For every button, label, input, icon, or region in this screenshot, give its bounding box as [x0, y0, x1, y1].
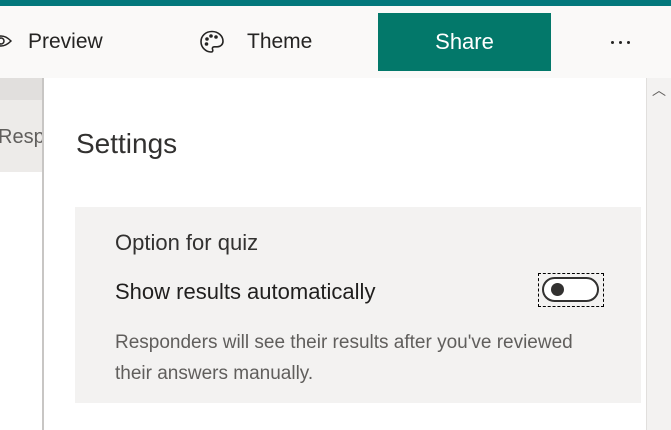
- dot: [610, 40, 614, 44]
- toggle-thumb: [551, 283, 564, 296]
- left-nav-panel: Resp: [0, 78, 42, 430]
- dot: [626, 40, 630, 44]
- vertical-scrollbar[interactable]: ︿: [646, 78, 671, 430]
- scroll-up-button[interactable]: ︿: [647, 78, 671, 102]
- theme-button[interactable]: Theme: [199, 6, 312, 78]
- preview-button[interactable]: Preview: [0, 6, 103, 78]
- chevron-up-icon: ︿: [652, 82, 666, 98]
- left-nav-item-selected[interactable]: [0, 78, 42, 100]
- ellipsis-icon[interactable]: [598, 22, 642, 62]
- theme-label: Theme: [247, 30, 313, 53]
- preview-label: Preview: [28, 30, 103, 53]
- show-results-label: Show results automatically: [115, 279, 376, 304]
- responses-tab-label: Resp: [0, 126, 42, 148]
- quiz-options-card: Option for quiz Show results automatical…: [75, 207, 641, 403]
- eye-icon: [0, 6, 12, 78]
- show-results-description: Responders will see their results after …: [115, 332, 573, 384]
- settings-panel: Settings Option for quiz Show results au…: [44, 78, 646, 430]
- palette-icon: [199, 29, 225, 55]
- toggle-track: [542, 277, 599, 302]
- quiz-options-heading: Option for quiz: [115, 230, 259, 255]
- share-button[interactable]: Share: [378, 13, 551, 71]
- dot: [618, 40, 622, 44]
- responses-tab[interactable]: Resp: [0, 100, 42, 172]
- show-results-toggle[interactable]: [538, 273, 604, 307]
- settings-title: Settings: [76, 128, 178, 159]
- top-toolbar: Preview Theme Share: [0, 6, 671, 78]
